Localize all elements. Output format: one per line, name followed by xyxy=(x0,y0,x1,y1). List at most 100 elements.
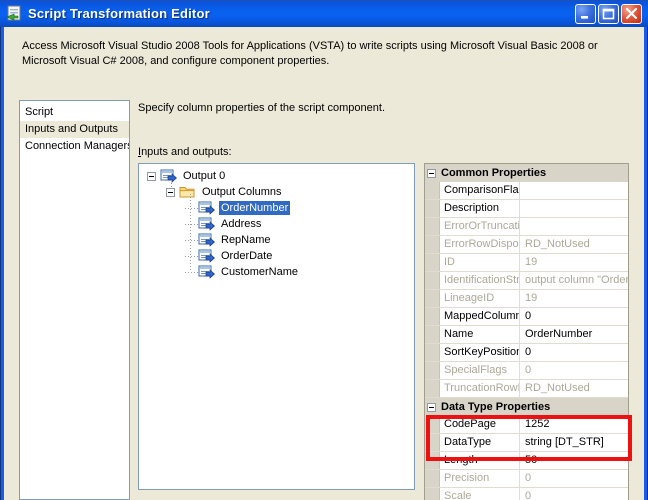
property-row-errorrowdisposi[interactable]: ErrorRowDisposiRD_NotUsed xyxy=(425,236,628,254)
tree-item-label: Output 0 xyxy=(181,169,227,183)
titlebar[interactable]: Script Transformation Editor xyxy=(0,0,648,27)
property-row-name[interactable]: NameOrderNumber xyxy=(425,326,628,344)
tree-item-label: RepName xyxy=(219,233,273,247)
property-value[interactable] xyxy=(520,218,628,235)
tree-item-output-0[interactable]: Output 0 xyxy=(139,168,414,184)
property-value[interactable]: OrderNumber xyxy=(520,326,628,343)
folder-icon xyxy=(179,184,196,200)
tree-label-rest: nputs and outputs: xyxy=(141,146,232,158)
column-icon xyxy=(198,248,215,264)
property-name: IdentificationStr xyxy=(440,272,520,289)
window-border-right xyxy=(644,27,648,500)
grid-margin xyxy=(425,290,440,307)
tree-item-label: Output Columns xyxy=(200,185,283,199)
window-border-left xyxy=(0,27,4,500)
close-icon[interactable] xyxy=(621,4,642,24)
output-icon xyxy=(160,168,177,184)
property-row-mappedcolumni[interactable]: MappedColumnI0 xyxy=(425,308,628,326)
property-value[interactable]: 0 xyxy=(520,362,628,379)
minimize-button[interactable] xyxy=(575,4,596,24)
property-name: LineageID xyxy=(440,290,520,307)
property-row-precision[interactable]: Precision0 xyxy=(425,470,628,488)
tree-connector xyxy=(185,208,198,209)
property-row-lineageid[interactable]: LineageID19 xyxy=(425,290,628,308)
column-icon xyxy=(198,232,215,248)
property-value[interactable] xyxy=(520,182,628,199)
property-value[interactable]: 0 xyxy=(520,488,628,500)
window-title: Script Transformation Editor xyxy=(28,6,210,21)
property-row-errorortruncatio[interactable]: ErrorOrTruncatio xyxy=(425,218,628,236)
property-row-sortkeyposition[interactable]: SortKeyPosition0 xyxy=(425,344,628,362)
tree-connector xyxy=(185,256,198,257)
property-name: ErrorOrTruncatio xyxy=(440,218,520,235)
tree-item-label: OrderNumber xyxy=(219,201,290,215)
category-header-label: Common Properties xyxy=(441,167,546,179)
property-value[interactable]: 0 xyxy=(520,470,628,487)
property-value[interactable]: RD_NotUsed xyxy=(520,380,628,397)
category-header-data-type-properties[interactable]: Data Type Properties xyxy=(425,398,628,416)
category-header-label: Data Type Properties xyxy=(441,401,550,413)
property-name: Description xyxy=(440,200,520,217)
property-name: Scale xyxy=(440,488,520,500)
sidebar-list: ScriptInputs and OutputsConnection Manag… xyxy=(19,100,130,500)
property-name: Precision xyxy=(440,470,520,487)
property-value[interactable]: RD_NotUsed xyxy=(520,236,628,253)
sidebar-item-inputs-and-outputs[interactable]: Inputs and Outputs xyxy=(20,121,129,138)
grid-margin xyxy=(425,380,440,397)
property-name: Name xyxy=(440,326,520,343)
column-icon xyxy=(198,264,215,280)
property-value[interactable]: 0 xyxy=(520,344,628,361)
page-heading: Specify column properties of the script … xyxy=(138,102,385,114)
property-value[interactable]: output column "OrderN xyxy=(520,272,628,289)
grid-margin xyxy=(425,308,440,325)
property-row-comparisonflags[interactable]: ComparisonFlags xyxy=(425,182,628,200)
property-row-truncationrowd[interactable]: TruncationRowDRD_NotUsed xyxy=(425,380,628,398)
grid-margin xyxy=(425,218,440,235)
collapse-icon[interactable] xyxy=(427,169,436,178)
window-controls xyxy=(575,4,642,24)
grid-margin xyxy=(425,182,440,199)
grid-margin xyxy=(425,344,440,361)
property-name: TruncationRowD xyxy=(440,380,520,397)
maximize-button[interactable] xyxy=(598,4,619,24)
grid-margin xyxy=(425,254,440,271)
sidebar-item-script[interactable]: Script xyxy=(20,104,129,121)
grid-margin xyxy=(425,488,440,500)
tree-item-orderdate[interactable]: OrderDate xyxy=(139,248,414,264)
property-value[interactable]: 19 xyxy=(520,290,628,307)
collapse-icon[interactable] xyxy=(166,188,175,197)
tree-item-ordernumber[interactable]: OrderNumber xyxy=(139,200,414,216)
tree-item-customername[interactable]: CustomerName xyxy=(139,264,414,280)
property-name: MappedColumnI xyxy=(440,308,520,325)
datatype-highlight-box xyxy=(426,415,632,461)
property-row-id[interactable]: ID19 xyxy=(425,254,628,272)
tree-item-output-columns[interactable]: Output Columns xyxy=(139,184,414,200)
tree-connector xyxy=(185,240,198,241)
property-value[interactable] xyxy=(520,200,628,217)
tree-item-address[interactable]: Address xyxy=(139,216,414,232)
column-icon xyxy=(198,216,215,232)
tree-item-label: OrderDate xyxy=(219,249,274,263)
grid-margin xyxy=(425,470,440,487)
tree-item-label: Address xyxy=(219,217,263,231)
collapse-icon[interactable] xyxy=(427,403,436,412)
property-row-scale[interactable]: Scale0 xyxy=(425,488,628,500)
tree-item-repname[interactable]: RepName xyxy=(139,232,414,248)
property-value[interactable]: 19 xyxy=(520,254,628,271)
property-name: SpecialFlags xyxy=(440,362,520,379)
sidebar-item-connection-managers[interactable]: Connection Managers xyxy=(20,138,129,155)
grid-margin xyxy=(425,200,440,217)
grid-margin xyxy=(425,362,440,379)
property-row-specialflags[interactable]: SpecialFlags0 xyxy=(425,362,628,380)
category-header-common-properties[interactable]: Common Properties xyxy=(425,164,628,182)
app-icon xyxy=(6,5,23,22)
column-icon xyxy=(198,200,215,216)
collapse-icon[interactable] xyxy=(147,172,156,181)
tree-connector xyxy=(185,224,198,225)
property-value[interactable]: 0 xyxy=(520,308,628,325)
property-row-description[interactable]: Description xyxy=(425,200,628,218)
script-transformation-editor-window: Script Transformation Editor Access Micr… xyxy=(0,0,648,500)
grid-margin xyxy=(425,236,440,253)
grid-margin xyxy=(425,326,440,343)
property-row-identificationstr[interactable]: IdentificationStroutput column "OrderN xyxy=(425,272,628,290)
